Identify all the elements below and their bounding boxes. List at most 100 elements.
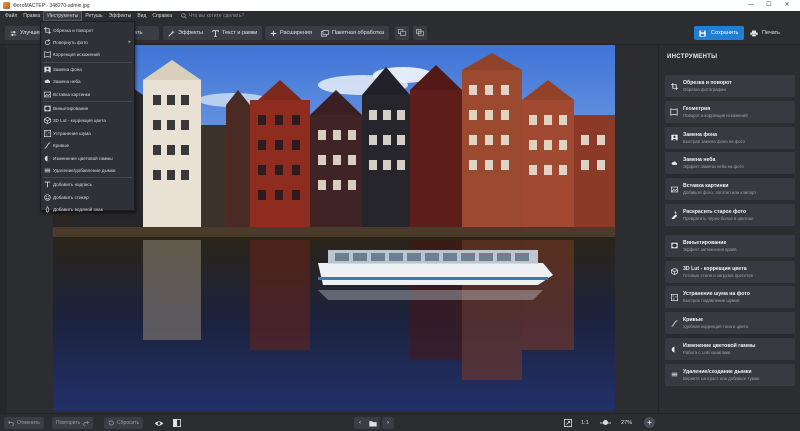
menu-edit[interactable]: Правка <box>20 11 43 21</box>
floppy-icon <box>699 29 706 37</box>
previous-image-button[interactable]: ‹ <box>354 417 366 429</box>
tools-menu-item[interactable]: Добавить надпись <box>41 179 134 191</box>
redo-button[interactable]: Повторить <box>52 417 94 429</box>
text-icon <box>212 29 219 37</box>
extensions-label: Расширения <box>280 30 312 36</box>
tool-card-description: Поворот и коррекция искажений <box>683 112 748 118</box>
tool-card-description: Эффект затемнения краёв <box>683 246 737 252</box>
tool-card[interactable]: Изменение цветовой гаммы Работа с LAB кан… <box>665 338 795 360</box>
split-view-button[interactable] <box>413 26 427 40</box>
tools-menu-item-label: Вставка картинки <box>53 91 91 97</box>
colorize-icon <box>665 211 683 219</box>
tools-menu-item-label: Удаление/добавление дымки <box>53 167 116 173</box>
fit-screen-icon <box>564 419 572 427</box>
tool-card[interactable]: Устранение шума на фото Быстрое подавлени… <box>665 286 795 309</box>
open-folder-button[interactable] <box>366 417 380 429</box>
fit-to-screen-button[interactable] <box>562 417 574 429</box>
compare-view-button[interactable] <box>171 417 183 429</box>
tool-card[interactable]: Виньетирование Эффект затемнения краёв <box>665 234 795 257</box>
tool-card[interactable]: 3D Lut - коррекция цвета Готовые стили и … <box>665 260 795 283</box>
tools-menu-item[interactable]: Замена неба <box>41 76 134 88</box>
text-icon <box>41 181 53 188</box>
title-bar: ФотоМАСТЕР - 348270-admin.jpg — ☐ ✕ <box>0 0 800 11</box>
tool-card[interactable]: Раскрасить старое фото Превратить чёрно-б… <box>665 204 795 226</box>
plus-icon <box>270 30 277 37</box>
tool-card-title: Замена неба <box>683 157 716 164</box>
zoom-slider-knob[interactable] <box>603 420 608 425</box>
tool-card-title: Геометрия <box>683 105 711 112</box>
tool-card[interactable]: Кривые Удобная коррекция тона и цвета <box>665 312 795 335</box>
undo-button[interactable]: Отменить <box>4 417 44 429</box>
tools-menu-item[interactable]: Кривые <box>41 140 134 152</box>
zoom-actual-size[interactable]: 1:1 <box>581 417 589 429</box>
menu-help[interactable]: Справка <box>149 11 175 21</box>
tool-card[interactable]: Вставка картинки Добавьте фото, логотип и… <box>665 178 795 201</box>
tool-card[interactable]: Удаление/создание дымки Верните контраст … <box>665 363 795 386</box>
retouch-label: ать <box>134 30 143 36</box>
tool-card-description: Удобная коррекция тона и цвета <box>683 324 748 330</box>
minimize-button[interactable]: — <box>742 0 760 11</box>
text-frames-button[interactable]: Текст и рамки <box>207 26 263 40</box>
batch-processing-button[interactable]: Пакетная обработка <box>316 26 389 40</box>
tools-menu-item[interactable]: Повернуть фото ▸ <box>41 36 134 48</box>
left-collapse-strip[interactable] <box>0 45 7 413</box>
next-image-button[interactable]: › <box>382 417 394 429</box>
search-box[interactable]: Что вы хотите сделать? <box>181 13 244 19</box>
tools-menu-item[interactable]: 3D Lut - коррекция цвета <box>41 115 134 127</box>
reset-button[interactable]: Сбросить <box>104 417 144 429</box>
tool-card-description: Добавьте фото, логотип или клипарт <box>683 190 757 196</box>
tool-card[interactable]: Геометрия Поворот и коррекция искажений <box>665 100 795 123</box>
color-gamut-icon <box>41 155 53 162</box>
tool-card[interactable]: Обрезка и поворот Обрезка фотографии <box>665 75 795 97</box>
tools-menu-item[interactable]: Замена фона <box>41 63 134 75</box>
tools-menu-item[interactable]: Изменение цветовой гаммы <box>41 152 134 164</box>
tool-card-description: Обрезка фотографии <box>683 87 726 92</box>
menu-file[interactable]: Файл <box>2 11 20 21</box>
magic-wand-icon <box>168 29 175 37</box>
zoom-slider[interactable] <box>600 420 611 425</box>
undo-label: Отменить <box>17 420 40 426</box>
tools-menu-item[interactable]: Обрезка и поворот <box>41 24 134 36</box>
effects-button[interactable]: Эффекты <box>163 26 209 40</box>
sticker-icon <box>41 194 53 201</box>
tool-card-description: Превратить чёрно-белое в цветное <box>683 216 754 221</box>
tools-menu-item[interactable]: Добавить стикер <box>41 191 134 203</box>
menu-retouch[interactable]: Ретушь <box>82 11 105 21</box>
tool-card-description: Быстрое подавление шумов <box>683 298 740 304</box>
photo-preview[interactable] <box>53 45 615 411</box>
panel-title: ИНСТРУМЕНТЫ <box>667 54 718 60</box>
tools-menu-item[interactable]: Добавить водяной знак <box>41 204 134 216</box>
preview-button[interactable] <box>153 417 165 429</box>
curves-icon <box>665 319 683 327</box>
tools-menu-item-label: Замена неба <box>53 79 81 85</box>
save-button[interactable]: Сохранить <box>694 26 744 40</box>
compare-button[interactable] <box>395 26 409 40</box>
tool-card[interactable]: Замена неба Эффект замены неба на фото <box>665 152 795 175</box>
tools-menu-item-label: Добавить водяной знак <box>53 207 103 213</box>
enhance-button[interactable]: Улучшение <box>5 26 49 40</box>
tools-menu-item[interactable]: Коррекция искажений <box>41 49 134 61</box>
tools-menu-item[interactable]: Вставка картинки <box>41 88 134 100</box>
plus-icon: + <box>647 418 652 427</box>
menu-tools[interactable]: Инструменты <box>43 11 83 21</box>
menu-effects[interactable]: Эффекты <box>106 11 135 21</box>
tool-card[interactable]: Замена фона Быстрая замена фона на фото <box>665 126 795 149</box>
sliders-icon <box>10 30 17 37</box>
tools-menu-item[interactable]: Виньетирование <box>41 102 134 114</box>
lut-icon <box>41 117 53 125</box>
noise-icon <box>41 129 53 137</box>
extensions-button[interactable]: Расширения <box>265 26 317 40</box>
tools-menu-item-label: Повернуть фото <box>53 39 88 45</box>
zoom-in-button[interactable]: + <box>644 417 655 428</box>
print-button[interactable]: Печать <box>750 26 780 40</box>
tool-card-title: Раскрасить старое фото <box>683 209 747 215</box>
maximize-button[interactable]: ☐ <box>760 0 778 11</box>
eye-icon <box>154 420 164 426</box>
watermark-icon <box>41 206 53 213</box>
app-logo-icon <box>3 2 10 9</box>
menu-view[interactable]: Вид <box>134 11 149 21</box>
tools-menu-item[interactable]: Устранение шума <box>41 127 134 139</box>
tool-card-title: Виньетирование <box>683 239 727 246</box>
close-button[interactable]: ✕ <box>778 0 796 11</box>
tools-menu-item[interactable]: Удаление/добавление дымки <box>41 164 134 176</box>
